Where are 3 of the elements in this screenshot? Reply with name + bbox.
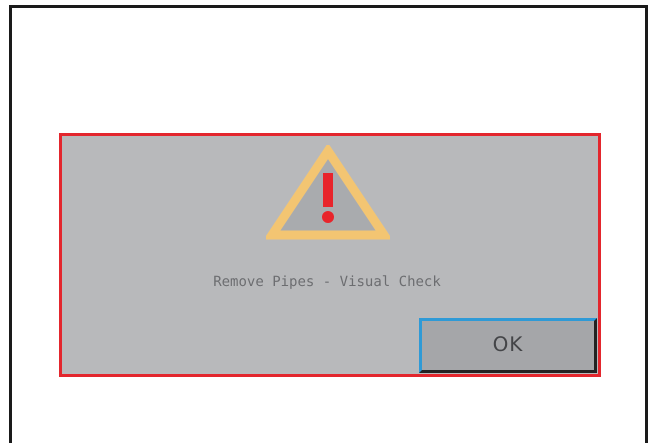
dialog-message: Remove Pipes - Visual Check [213,274,441,290]
ok-button[interactable]: OK [419,318,597,373]
warning-icon [266,145,390,241]
